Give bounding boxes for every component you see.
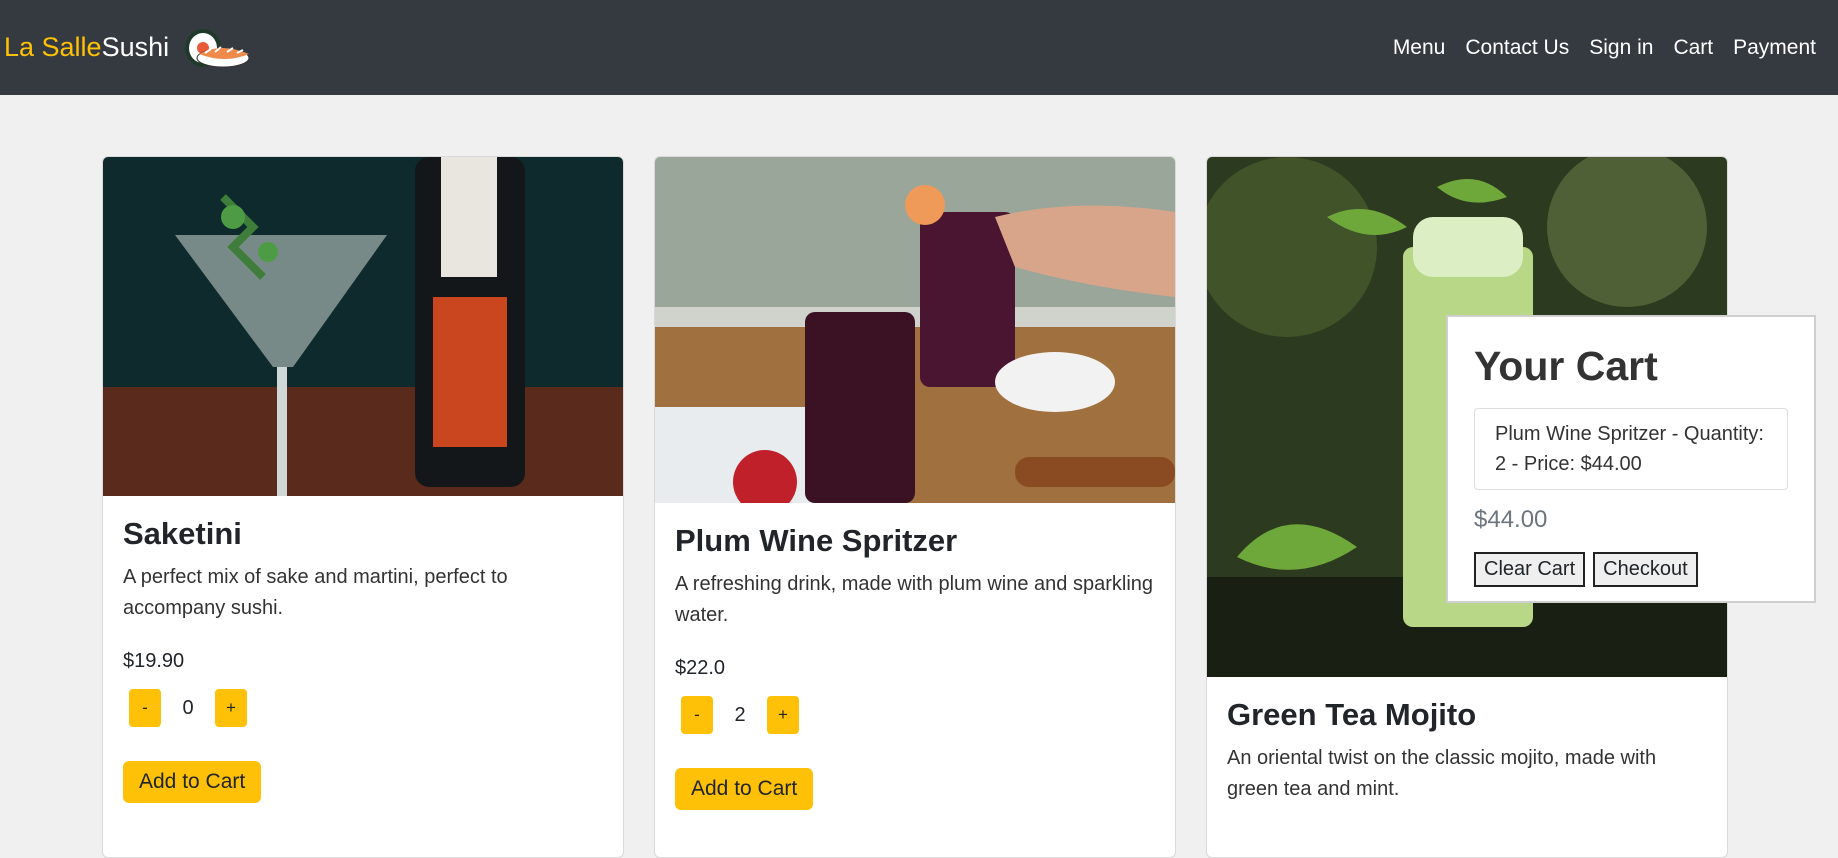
add-to-cart-button[interactable]: Add to Cart <box>675 768 814 810</box>
product-card-saketini: Saketini A perfect mix of sake and marti… <box>102 156 624 858</box>
quantity-stepper: - 2 + <box>681 696 1155 734</box>
brand-rest-text: Sushi <box>101 32 170 62</box>
cart-actions: Clear Cart Checkout <box>1474 552 1788 587</box>
nav-links: Menu Contact Us Sign in Cart Payment <box>1393 36 1816 60</box>
cart-title: Your Cart <box>1474 343 1658 389</box>
product-description: An oriental twist on the classic mojito,… <box>1227 747 1657 800</box>
cart-item: Plum Wine Spritzer - Quantity: 2 - Price… <box>1474 408 1788 490</box>
saketini-image <box>103 157 623 496</box>
cart-total: $44.00 <box>1474 506 1548 533</box>
product-card-plum-wine-spritzer: Plum Wine Spritzer A refreshing drink, m… <box>654 156 1176 858</box>
brand[interactable]: La Salle Sushi <box>4 24 253 72</box>
brand-accent-text: La Salle <box>4 32 102 62</box>
navbar: La Salle Sushi Menu Contact Us Sign in C… <box>0 0 1838 95</box>
decrease-quantity-button[interactable]: - <box>681 696 713 734</box>
nav-link-cart[interactable]: Cart <box>1673 36 1713 60</box>
add-to-cart-button[interactable]: Add to Cart <box>123 761 262 803</box>
nav-link-sign-in[interactable]: Sign in <box>1589 36 1653 60</box>
nav-link-menu[interactable]: Menu <box>1393 36 1446 60</box>
product-price: $19.90 <box>123 650 185 672</box>
checkout-button[interactable]: Checkout <box>1593 552 1698 587</box>
increase-quantity-button[interactable]: + <box>767 696 799 734</box>
nav-link-contact-us[interactable]: Contact Us <box>1465 36 1569 60</box>
product-title: Saketini <box>123 516 242 551</box>
nav-link-payment[interactable]: Payment <box>1733 36 1816 60</box>
product-title: Plum Wine Spritzer <box>675 523 958 558</box>
quantity-value: 0 <box>182 696 194 719</box>
quantity-stepper: - 0 + <box>129 689 603 727</box>
product-description: A perfect mix of sake and martini, perfe… <box>123 566 508 619</box>
sushi-roll-icon <box>185 28 250 67</box>
product-description: A refreshing drink, made with plum wine … <box>675 573 1154 626</box>
decrease-quantity-button[interactable]: - <box>129 689 161 727</box>
clear-cart-button[interactable]: Clear Cart <box>1474 552 1586 587</box>
increase-quantity-button[interactable]: + <box>215 689 247 727</box>
product-title: Green Tea Mojito <box>1227 697 1477 732</box>
product-price: $22.0 <box>675 657 726 679</box>
quantity-value: 2 <box>734 703 746 726</box>
cart-popup: Your Cart Plum Wine Spritzer - Quantity:… <box>1446 315 1816 603</box>
plum-wine-spritzer-image <box>655 157 1175 503</box>
